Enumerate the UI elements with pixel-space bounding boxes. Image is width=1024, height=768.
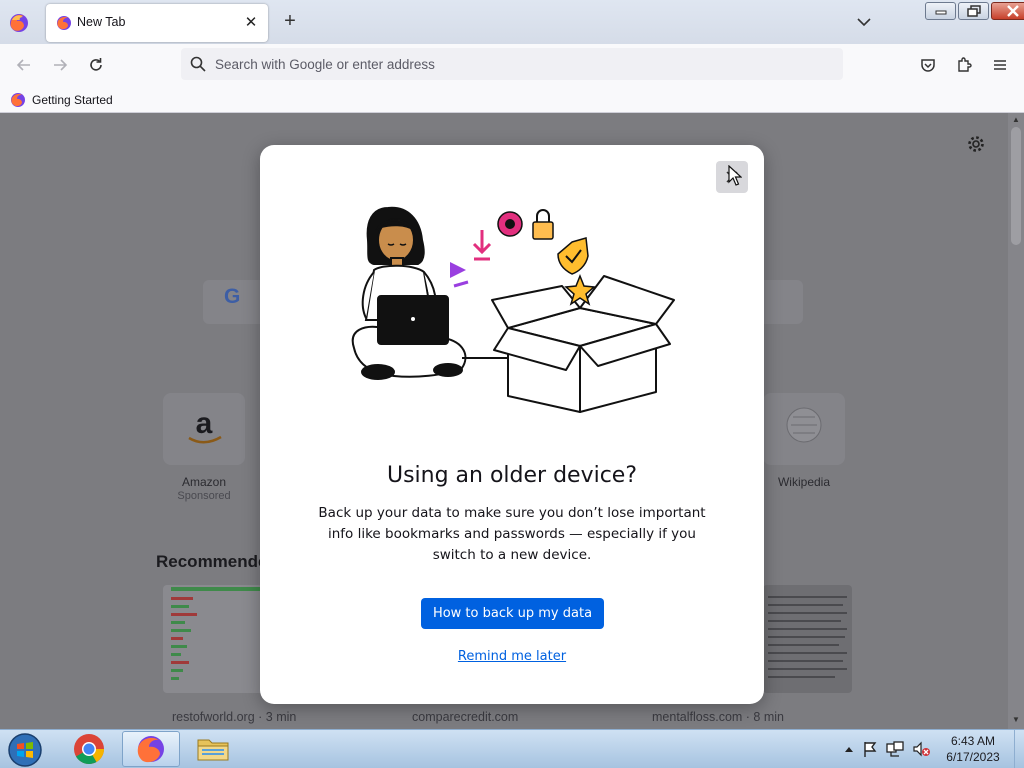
bookmark-getting-started[interactable]: Getting Started — [10, 90, 113, 110]
tab-bar: New Tab ✕ + — [0, 0, 1024, 44]
pocket-icon[interactable] — [918, 55, 938, 75]
url-input[interactable] — [215, 54, 815, 74]
windows-taskbar: 6:43 AM 6/17/2023 — [0, 729, 1024, 768]
scrollbar-thumb[interactable] — [1011, 127, 1021, 245]
shortcut-sponsored-label: Sponsored — [177, 490, 231, 502]
action-center-flag-icon[interactable] — [861, 740, 879, 758]
shortcut-label-amazon: Amazon — [181, 475, 227, 489]
shield-check-icon — [557, 237, 589, 275]
close-icon — [1007, 5, 1019, 17]
gear-icon[interactable] — [966, 134, 986, 154]
taskbar-clock[interactable]: 6:43 AM 6/17/2023 — [938, 733, 1008, 765]
taskbar-file-explorer[interactable] — [184, 731, 242, 767]
forward-arrow-icon[interactable] — [50, 55, 70, 75]
recommended-heading: Recommende — [156, 552, 268, 571]
show-hidden-icons-icon[interactable] — [843, 743, 855, 755]
play-triangle-icon — [450, 262, 469, 288]
minimize-button[interactable] — [925, 2, 956, 20]
scroll-up-icon[interactable]: ▲ — [1012, 116, 1020, 124]
chrome-icon — [74, 734, 104, 765]
bookmarks-toolbar: Getting Started — [0, 86, 1024, 113]
person-illustration — [351, 206, 467, 380]
card-meta: restofworld.org · 3 min — [172, 710, 297, 724]
clock-time: 6:43 AM — [950, 734, 996, 748]
show-desktop-button[interactable] — [1014, 730, 1024, 768]
app-menu-icon[interactable] — [990, 55, 1010, 75]
google-icon: G — [224, 285, 241, 308]
restore-button[interactable] — [958, 2, 989, 20]
card-thumbnail-chart — [171, 587, 261, 680]
close-tab-icon[interactable]: ✕ — [242, 14, 260, 32]
folder-icon — [197, 739, 229, 761]
download-arrow-icon — [472, 230, 492, 261]
system-tray — [843, 738, 931, 760]
tab-title: New Tab — [77, 15, 126, 29]
page-scrollbar[interactable]: ▲ ▼ — [1008, 113, 1024, 729]
clock-date: 6/17/2023 — [946, 750, 1000, 764]
chevron-down-icon[interactable] — [854, 13, 874, 31]
card-meta: comparecredit.com — [412, 710, 519, 724]
reload-icon[interactable] — [86, 55, 106, 75]
firefox-favicon-icon — [57, 16, 71, 30]
windows-start-button[interactable] — [5, 731, 45, 768]
dialog-body: Back up your data to make sure you don’t… — [318, 505, 706, 563]
taskbar-chrome[interactable] — [60, 731, 118, 767]
remind-me-later-link[interactable]: Remind me later — [260, 649, 764, 664]
window-controls — [925, 2, 1024, 20]
backup-reminder-dialog: Using an older device? Back up your data… — [260, 145, 764, 704]
shortcut-amazon[interactable]: a — [163, 393, 245, 465]
bookmark-label: Getting Started — [32, 93, 113, 107]
back-arrow-icon[interactable] — [14, 55, 34, 75]
card-image[interactable] — [763, 585, 852, 693]
card-image[interactable] — [163, 585, 263, 693]
backup-illustration — [351, 206, 675, 413]
address-bar[interactable] — [181, 48, 843, 80]
firefox-icon — [137, 736, 164, 763]
restore-icon — [966, 5, 981, 17]
tab-new-tab[interactable]: New Tab ✕ — [46, 4, 268, 42]
mouse-cursor-icon — [728, 165, 742, 186]
wikipedia-logo-icon — [786, 407, 822, 443]
search-icon — [190, 56, 206, 72]
svg-text:a: a — [196, 407, 213, 440]
dialog-title: Using an older device? — [386, 463, 638, 488]
close-window-button[interactable] — [991, 2, 1024, 20]
taskbar-firefox[interactable] — [122, 731, 180, 767]
shortcut-wikipedia[interactable] — [763, 393, 845, 465]
firefox-favicon-icon — [11, 93, 25, 107]
scroll-down-icon[interactable]: ▼ — [1012, 716, 1020, 724]
card-meta: mentalfloss.com · 8 min — [652, 710, 784, 724]
firefox-menu-icon[interactable] — [8, 12, 30, 34]
amazon-logo-icon: a — [188, 407, 222, 444]
volume-muted-icon[interactable] — [911, 740, 931, 758]
backup-data-button[interactable]: How to back up my data — [421, 598, 604, 629]
card-thumbnail-text — [768, 596, 847, 678]
extensions-icon[interactable] — [954, 55, 974, 75]
new-tab-button[interactable]: + — [280, 11, 300, 32]
network-icon[interactable] — [885, 740, 905, 758]
settings-badge-icon — [497, 211, 523, 237]
shortcut-label-wikipedia: Wikipedia — [777, 475, 831, 489]
lock-icon — [532, 209, 554, 240]
minimize-icon — [935, 10, 946, 15]
